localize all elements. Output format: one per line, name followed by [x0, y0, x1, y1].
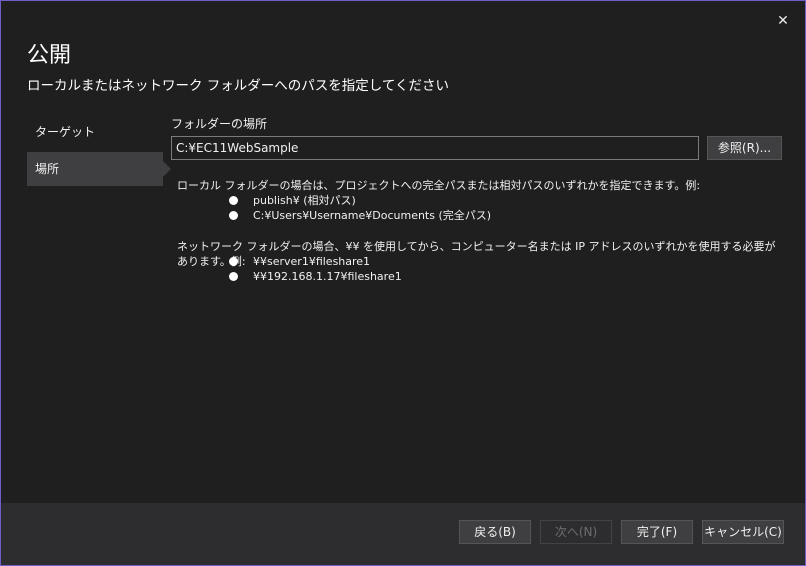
network-examples-list: ¥¥server1¥fileshare1 ¥¥192.168.1.17¥file… [229, 254, 783, 284]
location-panel: フォルダーの場所 参照(R)... ローカル フォルダーの場合は、プロジェクトへ… [171, 115, 783, 284]
bullet-icon [229, 272, 238, 281]
list-item: C:¥Users¥Username¥Documents (完全パス) [229, 208, 783, 223]
sidebar: ターゲット 場所 [27, 115, 171, 186]
back-button[interactable]: 戻る(B) [459, 520, 531, 544]
local-examples-list: publish¥ (相対パス) C:¥Users¥Username¥Docume… [229, 193, 783, 223]
close-icon[interactable]: ✕ [775, 13, 791, 29]
dialog-subtitle: ローカルまたはネットワーク フォルダーへのパスを指定してください [27, 78, 449, 94]
finish-button[interactable]: 完了(F) [621, 520, 693, 544]
network-folder-intro: ネットワーク フォルダーの場合、¥¥ を使用してから、コンピューター名または I… [177, 240, 776, 268]
browse-button[interactable]: 参照(R)... [707, 136, 782, 160]
list-item: ¥¥192.168.1.17¥fileshare1 [229, 269, 783, 284]
list-item: ¥¥server1¥fileshare1 [229, 254, 783, 269]
folder-path-input[interactable] [171, 136, 699, 160]
folder-location-label: フォルダーの場所 [171, 117, 268, 131]
sidebar-item-location[interactable]: 場所 [27, 152, 171, 186]
dialog-title: 公開 [27, 43, 72, 68]
publish-dialog: ✕ 公開 ローカルまたはネットワーク フォルダーへのパスを指定してください ター… [0, 0, 806, 566]
bullet-icon [229, 257, 238, 266]
dialog-footer: 戻る(B) 次へ(N) 完了(F) キャンセル(C) [1, 503, 805, 565]
sidebar-item-target[interactable]: ターゲット [27, 115, 163, 149]
help-text: ローカル フォルダーの場合は、プロジェクトへの完全パスまたは相対パスのいずれかを… [171, 178, 783, 284]
cancel-button[interactable]: キャンセル(C) [702, 520, 784, 544]
next-button: 次へ(N) [540, 520, 612, 544]
bullet-icon [229, 211, 238, 220]
local-folder-intro: ローカル フォルダーの場合は、プロジェクトへの完全パスまたは相対パスのいずれかを… [177, 179, 701, 192]
bullet-icon [229, 196, 238, 205]
list-item: publish¥ (相対パス) [229, 193, 783, 208]
